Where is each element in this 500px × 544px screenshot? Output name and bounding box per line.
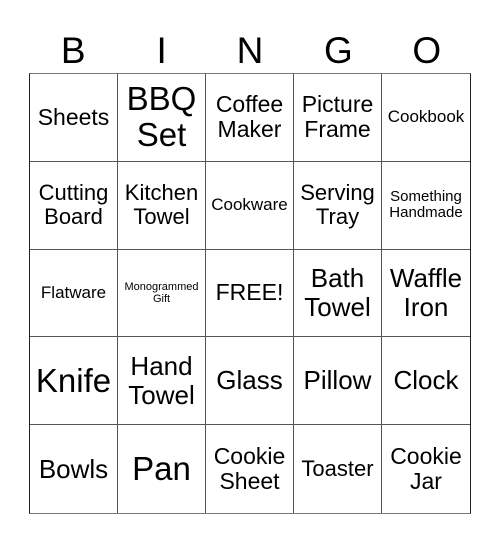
- cell-label: Cutting Board: [38, 180, 109, 230]
- bingo-cell[interactable]: Cookbook: [382, 74, 470, 162]
- cell-label: BBQ Set: [126, 80, 197, 154]
- header-letter-i: I: [156, 30, 167, 71]
- bingo-cell[interactable]: Flatware: [30, 249, 118, 338]
- header-letter-o: O: [412, 30, 442, 71]
- cell-label: Waffle Iron: [389, 263, 463, 322]
- bingo-cell[interactable]: Glass: [206, 337, 294, 426]
- bingo-cell[interactable]: Sheets: [30, 74, 118, 162]
- bingo-cell[interactable]: Bath Towel: [294, 249, 382, 338]
- cell-label: Cookbook: [387, 107, 465, 127]
- cell-label: Something Handmade: [389, 187, 463, 222]
- cell-label: Kitchen Towel: [124, 180, 199, 230]
- cell-label: Sheets: [37, 103, 110, 130]
- bingo-cell[interactable]: Cookie Jar: [382, 425, 470, 513]
- cell-label: Pillow: [303, 365, 372, 396]
- bingo-cell[interactable]: Cookie Sheet: [206, 425, 294, 513]
- cell-label: Bowls: [38, 453, 109, 484]
- bingo-cell[interactable]: Something Handmade: [382, 162, 470, 250]
- cell-label: Pan: [132, 449, 191, 487]
- bingo-cell[interactable]: Kitchen Towel: [118, 161, 206, 250]
- cell-label: Cookie Sheet: [213, 442, 286, 495]
- cell-label: Coffee Maker: [215, 91, 284, 143]
- bingo-cell[interactable]: Coffee Maker: [206, 74, 294, 162]
- cell-label: Hand Towel: [128, 351, 195, 410]
- bingo-header: B I N G O: [29, 28, 471, 73]
- bingo-cell[interactable]: BBQ Set: [118, 74, 206, 162]
- cell-label: Toaster: [301, 456, 374, 481]
- bingo-cell[interactable]: Monogrammed Gift: [118, 249, 206, 338]
- bingo-cell[interactable]: Clock: [382, 337, 470, 426]
- bingo-cell[interactable]: Pan: [118, 425, 206, 513]
- cell-label: Picture Frame: [301, 91, 374, 143]
- header-letter-g: G: [324, 30, 353, 71]
- cell-label: Clock: [393, 365, 459, 396]
- cell-label: Cookware: [211, 194, 288, 214]
- bingo-cell[interactable]: Bowls: [30, 425, 118, 513]
- bingo-cell[interactable]: Serving Tray: [294, 161, 382, 250]
- cell-label: Monogrammed Gift: [124, 280, 199, 305]
- cell-label: Flatware: [40, 282, 107, 302]
- cell-label: Glass: [216, 365, 283, 396]
- bingo-cell[interactable]: Toaster: [294, 425, 382, 513]
- bingo-cell[interactable]: Knife: [30, 337, 118, 426]
- cell-label: Bath Towel: [304, 263, 371, 322]
- bingo-cell[interactable]: Cutting Board: [30, 161, 118, 250]
- free-space-cell[interactable]: FREE!: [206, 249, 294, 338]
- header-letter-n: N: [236, 30, 264, 71]
- cell-label: Knife: [35, 361, 112, 399]
- header-letter-b: B: [60, 30, 86, 71]
- bingo-cell[interactable]: Picture Frame: [294, 74, 382, 162]
- bingo-cell[interactable]: Waffle Iron: [382, 250, 470, 338]
- cell-label: Serving Tray: [300, 180, 375, 230]
- cell-label: Cookie Jar: [390, 442, 462, 495]
- bingo-cell[interactable]: Pillow: [294, 337, 382, 426]
- bingo-cell[interactable]: Hand Towel: [118, 337, 206, 426]
- free-space-label: FREE!: [215, 279, 284, 306]
- bingo-grid: Sheets BBQ Set Coffee Maker Picture Fram…: [29, 73, 471, 514]
- bingo-cell[interactable]: Cookware: [206, 161, 294, 250]
